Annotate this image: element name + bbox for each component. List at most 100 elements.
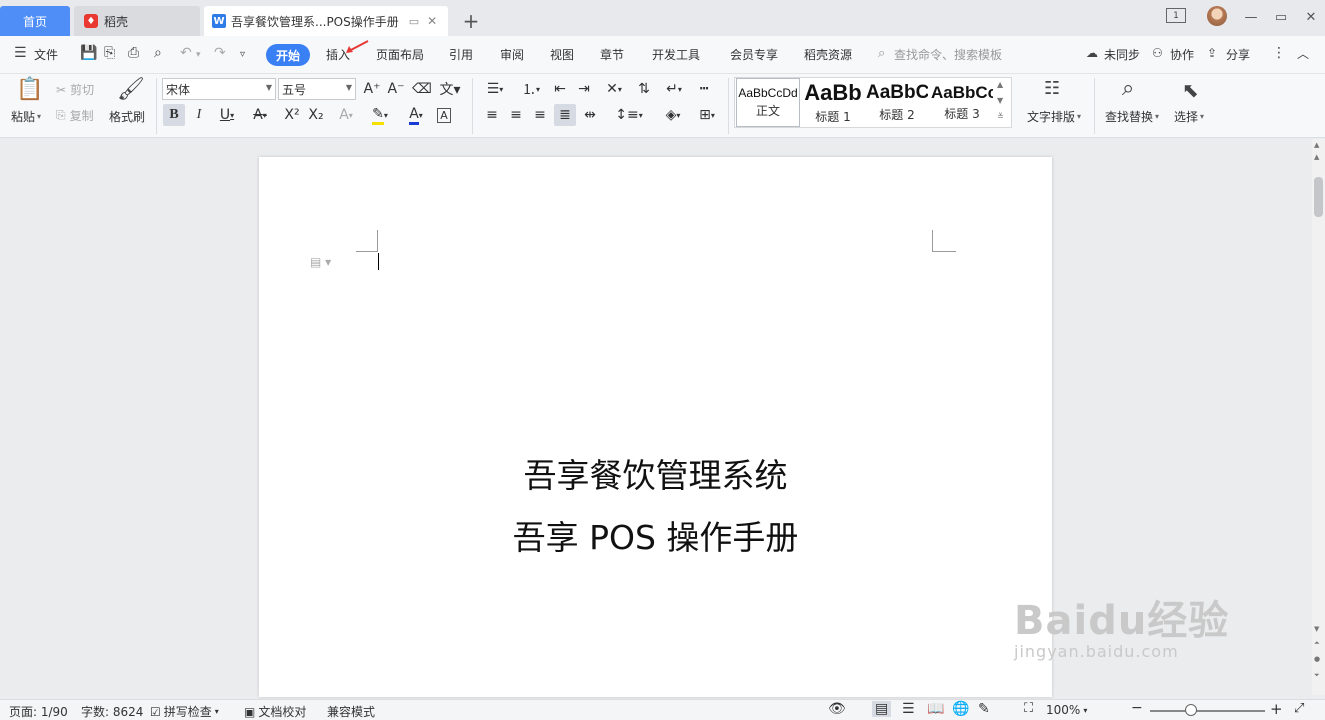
- font-size-select[interactable]: 五号 ▼: [278, 78, 356, 100]
- decrease-indent-icon[interactable]: ⇤: [550, 78, 570, 100]
- select-button[interactable]: 选择 ▾: [1174, 108, 1204, 125]
- doc-proof-button[interactable]: ▣ 文档校对: [244, 703, 306, 720]
- tab-document[interactable]: W 吾享餐饮管理系...POS操作手册 ▭ ✕: [204, 6, 448, 36]
- numbered-list-icon[interactable]: ⒈ ▾: [516, 78, 546, 100]
- paragraph-menu-icon[interactable]: ▤ ▾: [310, 255, 331, 269]
- more-icon[interactable]: ⋮: [1272, 45, 1286, 61]
- align-right-icon[interactable]: ≡: [530, 104, 550, 126]
- spell-check-button[interactable]: ☑ 拼写检查 ▾: [150, 703, 219, 720]
- zoom-out-icon[interactable]: −: [1131, 700, 1143, 716]
- show-marks-icon[interactable]: ↵ ▾: [660, 78, 688, 100]
- document-page[interactable]: ▤ ▾ 吾享餐饮管理系统 吾享 POS 操作手册: [259, 157, 1052, 697]
- align-center-icon[interactable]: ≡: [506, 104, 526, 126]
- print-preview-icon[interactable]: ⌕: [154, 45, 162, 61]
- tab-references[interactable]: 引用: [449, 46, 473, 63]
- bold-button[interactable]: B: [163, 104, 185, 126]
- redo-icon[interactable]: ↷: [214, 45, 226, 61]
- tab-developer[interactable]: 开发工具: [652, 46, 700, 63]
- tab-section[interactable]: 章节: [600, 46, 624, 63]
- write-mode-icon[interactable]: ✎: [978, 701, 990, 717]
- menu-file[interactable]: 文件: [34, 46, 58, 63]
- align-left-icon[interactable]: ≡: [482, 104, 502, 126]
- share-button[interactable]: 分享: [1226, 46, 1250, 63]
- new-tab-button[interactable]: +: [460, 9, 482, 33]
- undo-icon[interactable]: ↶: [180, 45, 192, 61]
- web-view-icon[interactable]: 🌐: [952, 701, 969, 717]
- sync-status[interactable]: 未同步: [1104, 46, 1140, 63]
- distributed-align-icon[interactable]: ⇹: [580, 104, 600, 126]
- zoom-level[interactable]: 100% ▾: [1046, 703, 1087, 717]
- reading-mode-icon[interactable]: 📖: [927, 701, 944, 717]
- text-effect-button[interactable]: A ▾: [332, 104, 360, 126]
- italic-button[interactable]: I: [189, 104, 209, 126]
- text-layout-icon[interactable]: ☷: [1044, 78, 1060, 99]
- search-icon[interactable]: ⌕: [878, 46, 885, 61]
- find-replace-button[interactable]: 查找替换 ▾: [1105, 108, 1159, 125]
- tab-view[interactable]: 视图: [550, 46, 574, 63]
- highlight-color-button[interactable]: ✎ ▾: [366, 104, 394, 126]
- superscript-button[interactable]: X²: [282, 104, 302, 126]
- close-window-button[interactable]: ✕: [1296, 8, 1325, 26]
- format-painter-button[interactable]: 格式刷: [109, 108, 145, 125]
- style-normal[interactable]: AaBbCcDd 正文: [736, 78, 800, 127]
- restore-button[interactable]: ▭: [1266, 8, 1296, 26]
- eye-protect-icon[interactable]: 👁: [828, 701, 846, 717]
- pinyin-guide-icon[interactable]: 文▾: [436, 78, 464, 100]
- style-heading-1[interactable]: AaBb 标题 1: [802, 78, 864, 127]
- underline-button[interactable]: U ▾: [213, 104, 241, 126]
- paste-icon[interactable]: 📋: [16, 77, 43, 102]
- avatar[interactable]: [1207, 6, 1227, 26]
- tab-start[interactable]: 开始: [266, 44, 310, 66]
- tab-member[interactable]: 会员专享: [730, 46, 778, 63]
- strikethrough-button[interactable]: A ▾: [246, 104, 274, 126]
- tab-page-layout[interactable]: 页面布局: [376, 46, 424, 63]
- shading-icon[interactable]: ◈ ▾: [658, 104, 688, 126]
- paste-button[interactable]: 粘贴 ▾: [11, 108, 41, 125]
- clear-format-icon[interactable]: ⌫: [412, 78, 432, 100]
- fullscreen-icon[interactable]: ⤢: [1294, 701, 1304, 716]
- tab-home[interactable]: 首页: [0, 6, 70, 36]
- outline-view-icon[interactable]: ☰: [902, 701, 915, 717]
- vertical-scrollbar[interactable]: ▲ ▲ ▼ ⏶ ● ⏷: [1312, 139, 1325, 695]
- style-heading-3[interactable]: AaBbCc 标题 3: [930, 78, 994, 127]
- customize-toolbar-icon[interactable]: ▿: [240, 49, 245, 60]
- monitor-icon[interactable]: ▭: [409, 15, 419, 28]
- zoom-in-icon[interactable]: +: [1270, 700, 1283, 718]
- zoom-slider-handle[interactable]: [1185, 704, 1197, 716]
- prev-page-icon[interactable]: ⏶: [1314, 639, 1320, 648]
- find-replace-icon[interactable]: ⌕: [1122, 76, 1134, 101]
- tab-resources[interactable]: 稻壳资源: [804, 46, 852, 63]
- style-heading-2[interactable]: AaBbC 标题 2: [866, 78, 928, 127]
- tab-daoke[interactable]: ♦ 稻壳: [74, 6, 200, 36]
- collab-button[interactable]: 协作: [1170, 46, 1194, 63]
- scroll-up-icon[interactable]: ▲: [1314, 141, 1319, 149]
- font-name-select[interactable]: 宋体 ▼: [162, 78, 276, 100]
- select-cursor-icon[interactable]: ⬉: [1182, 78, 1199, 102]
- cut-button[interactable]: ✂ 剪切: [56, 81, 94, 98]
- fit-page-icon[interactable]: ⛶: [1024, 701, 1033, 716]
- borders-icon[interactable]: ⊞ ▾: [692, 104, 722, 126]
- font-color-button[interactable]: A ▾: [402, 104, 430, 126]
- word-count[interactable]: 字数: 8624: [81, 703, 143, 720]
- char-border-icon[interactable]: A: [434, 104, 454, 126]
- styles-more-icon[interactable]: ≚: [997, 112, 1004, 121]
- zoom-slider-track[interactable]: [1150, 710, 1265, 712]
- search-commands[interactable]: 查找命令、搜索模板: [894, 46, 1002, 63]
- print-icon[interactable]: ⎙: [128, 45, 139, 61]
- chinese-layout-icon[interactable]: ✕ ▾: [600, 78, 628, 100]
- grow-font-icon[interactable]: A⁺: [362, 78, 382, 100]
- bullet-list-icon[interactable]: ☰ ▾: [480, 78, 510, 100]
- text-layout-button[interactable]: 文字排版 ▾: [1027, 108, 1081, 125]
- scroll-down-icon[interactable]: ▼: [1314, 625, 1319, 633]
- save-icon[interactable]: 💾: [80, 45, 97, 61]
- justify-icon[interactable]: ≣: [554, 104, 576, 126]
- page-view-icon[interactable]: 1: [1166, 8, 1186, 23]
- shrink-font-icon[interactable]: A⁻: [386, 78, 406, 100]
- format-painter-icon[interactable]: 🖌: [117, 77, 145, 102]
- collapse-ribbon-icon[interactable]: ︿: [1297, 45, 1309, 62]
- next-page-icon[interactable]: ⏷: [1314, 671, 1320, 680]
- styles-scroll-up-icon[interactable]: ▲: [997, 80, 1003, 89]
- scrollbar-thumb[interactable]: [1314, 177, 1323, 217]
- tab-review[interactable]: 审阅: [500, 46, 524, 63]
- page-indicator[interactable]: 页面: 1/90: [9, 703, 68, 720]
